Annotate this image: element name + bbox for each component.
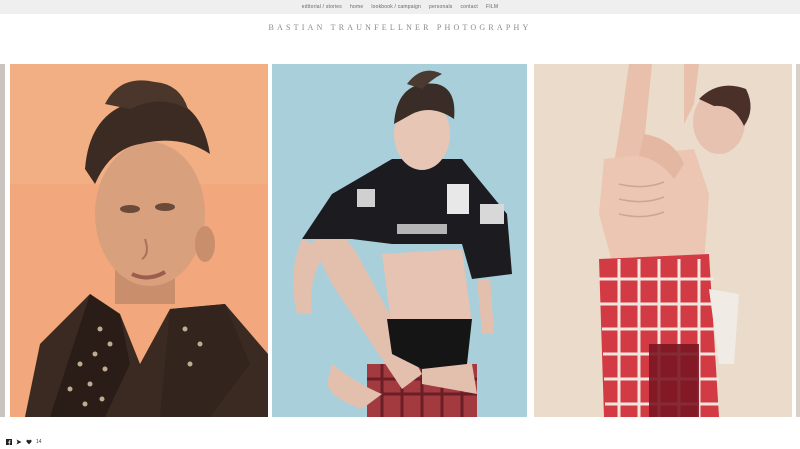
site-title[interactable]: BASTIAN TRAUNFELLNER PHOTOGRAPHY <box>0 23 800 32</box>
top-navigation: editorial / stories home lookbook / camp… <box>0 0 800 14</box>
gallery-photo-edge-left[interactable] <box>0 64 5 417</box>
nav-lookbook-campaign[interactable]: lookbook / campaign <box>371 4 421 10</box>
nav-contact[interactable]: contact <box>460 4 478 10</box>
footer-social-bar: 14 <box>6 437 42 446</box>
portrait-image <box>10 64 268 417</box>
like-count: 14 <box>36 438 42 445</box>
gallery-photo-arm-raised[interactable] <box>534 64 792 417</box>
gallery-photo-edge-right[interactable] <box>796 64 800 417</box>
heart-icon[interactable] <box>26 439 32 445</box>
arm-raised-image <box>534 64 792 417</box>
gallery-photo-portrait[interactable] <box>10 64 268 417</box>
nav-film[interactable]: FILM <box>486 4 498 10</box>
share-icon[interactable] <box>16 439 22 445</box>
nav-personals[interactable]: personals <box>429 4 452 10</box>
seated-model-image <box>272 64 527 417</box>
nav-home[interactable]: home <box>350 4 363 10</box>
photo-gallery <box>0 64 800 417</box>
gallery-photo-seated-model[interactable] <box>272 64 527 417</box>
nav-editorial-stories[interactable]: editorial / stories <box>302 4 342 10</box>
facebook-icon[interactable] <box>6 438 12 445</box>
